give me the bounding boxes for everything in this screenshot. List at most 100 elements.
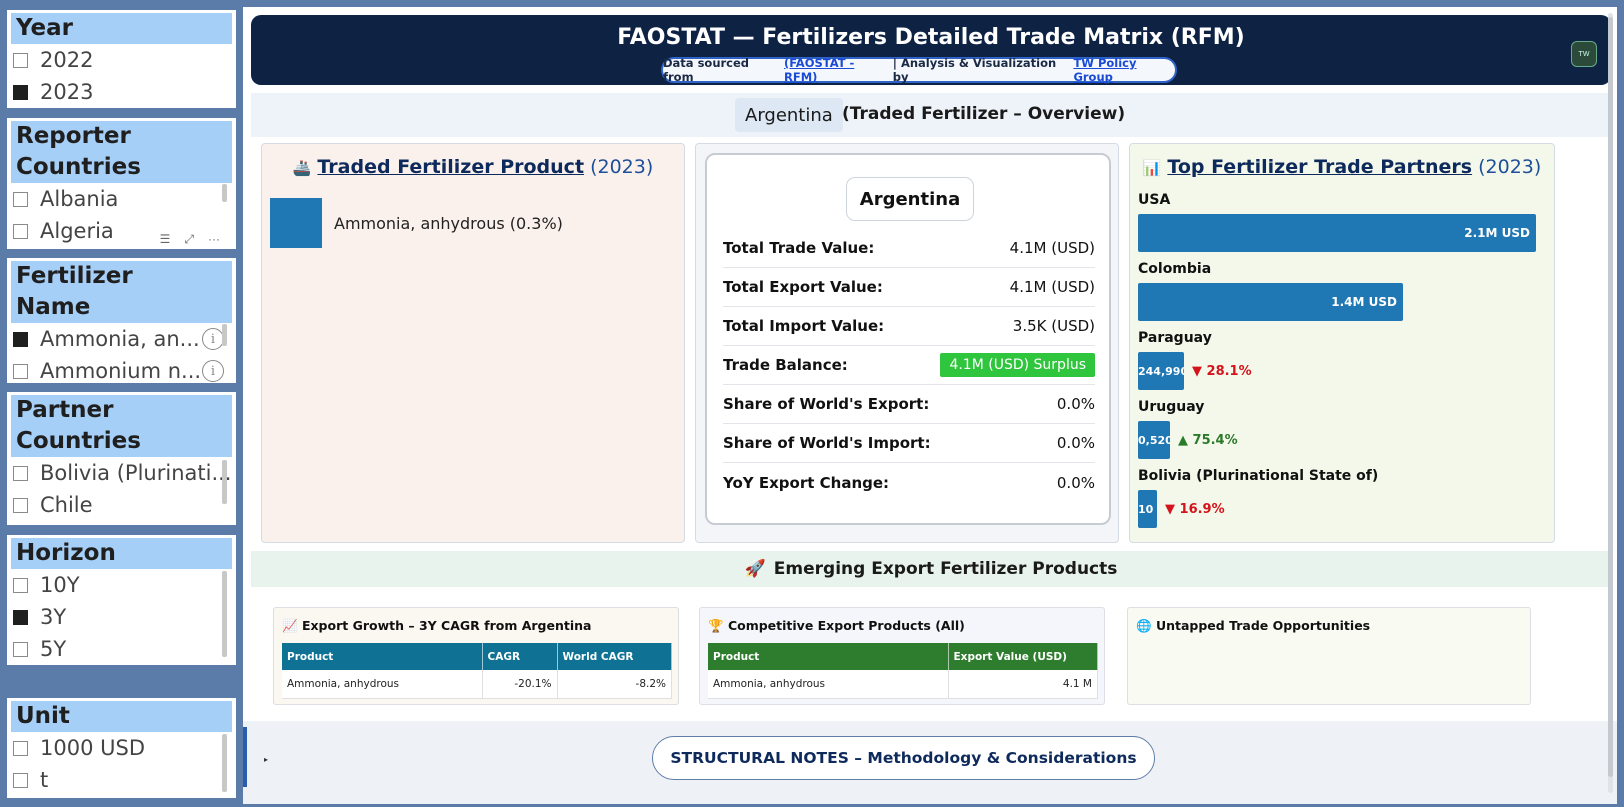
partner-bar[interactable]: 10 — [1138, 490, 1157, 528]
unit-option-t[interactable]: t — [7, 764, 236, 796]
fertilizer-option-ammonium[interactable]: Ammonium n... i — [7, 355, 236, 383]
column-header[interactable]: Export Value (USD) — [948, 643, 1098, 670]
partner-name: Paraguay — [1138, 330, 1212, 346]
filter-icon[interactable]: ☰ — [160, 232, 171, 247]
fertilizer-option-ammonia[interactable]: Ammonia, an... i — [7, 323, 236, 355]
bar-chart-icon: 📊 — [1142, 159, 1162, 177]
checkbox-unchecked[interactable] — [13, 223, 28, 239]
checkbox-checked[interactable] — [13, 331, 28, 347]
partner-slicer-title: Partner Countries — [11, 395, 232, 457]
expand-icon[interactable]: ⤢ — [184, 232, 194, 247]
traded-product-heading: 🚢 Traded Fertilizer Product (2023) — [292, 156, 654, 178]
partner-scrollbar[interactable] — [222, 460, 227, 504]
kpi-row: Trade Balance: 4.1M (USD) Surplus — [723, 346, 1095, 385]
horizon-scrollbar[interactable] — [222, 571, 227, 657]
horizon-option-10y[interactable]: 10Y — [7, 569, 236, 601]
trend-up-icon: 📈 — [282, 618, 298, 633]
checkbox-unchecked[interactable] — [13, 52, 28, 68]
trophy-icon: 🏆 — [708, 618, 724, 633]
header-banner: FAOSTAT — Fertilizers Detailed Trade Mat… — [251, 15, 1611, 85]
slicer-toolbar: ☰ ⤢ ··· — [157, 232, 222, 247]
checkbox-unchecked[interactable] — [13, 577, 28, 593]
competitive-products-card: 🏆 Competitive Export Products (All) Prod… — [699, 607, 1105, 705]
kpi-row: Total Trade Value: 4.1M (USD) — [723, 229, 1095, 268]
reporter-scrollbar[interactable] — [222, 184, 227, 202]
checkbox-unchecked[interactable] — [13, 363, 28, 379]
horizon-slicer: Horizon 10Y 3Y 5Y — [7, 535, 236, 665]
reporter-slicer-title: Reporter Countries — [11, 121, 232, 183]
partner-change-label: ▼ 16.9% — [1165, 502, 1225, 517]
kpi-row: YoY Export Change: 0.0% — [723, 473, 1095, 492]
competitive-products-title: 🏆 Competitive Export Products (All) — [708, 618, 965, 633]
export-growth-title: 📈 Export Growth – 3Y CAGR from Argentina — [282, 618, 592, 633]
tw-policy-link[interactable]: TW Policy Group — [1073, 56, 1175, 84]
info-icon[interactable]: i — [202, 328, 224, 350]
info-icon[interactable]: i — [202, 360, 224, 382]
notes-accent-bar — [243, 727, 247, 787]
fertilizer-scrollbar[interactable] — [222, 324, 227, 346]
checkbox-unchecked[interactable] — [13, 641, 28, 657]
partner-bar[interactable]: 2.1M USD — [1138, 214, 1536, 252]
partner-name: USA — [1138, 192, 1171, 208]
traded-product-panel: 🚢 Traded Fertilizer Product (2023) Ammoni… — [261, 143, 685, 543]
kpi-row: Share of World's Import: 0.0% — [723, 424, 1095, 463]
tw-logo-icon: TW — [1571, 41, 1597, 67]
export-growth-table: Product CAGR World CAGR Ammonia, anhydro… — [282, 643, 672, 699]
kpi-panel: Argentina Total Trade Value: 4.1M (USD) T… — [695, 143, 1119, 543]
checkbox-unchecked[interactable] — [13, 772, 28, 788]
unit-slicer: Unit 1000 USD t — [7, 698, 236, 798]
trade-partners-panel: 📊 Top Fertilizer Trade Partners (2023) US… — [1129, 143, 1555, 543]
untapped-opportunities-title: 🌐 Untapped Trade Opportunities — [1136, 618, 1371, 633]
fertilizer-slicer-title: Fertilizer Name — [11, 261, 232, 323]
kpi-row: Share of World's Export: 0.0% — [723, 385, 1095, 424]
unit-slicer-title: Unit — [11, 701, 232, 732]
year-option-2022[interactable]: 2022 — [7, 44, 236, 76]
overview-subtitle: (Traded Fertilizer – Overview) — [842, 104, 1126, 124]
ship-icon: 🚢 — [292, 159, 312, 177]
selected-country: Argentina — [735, 98, 843, 132]
table-row[interactable]: Ammonia, anhydrous -20.1% -8.2% — [282, 670, 672, 699]
unit-scrollbar[interactable] — [222, 734, 227, 792]
expand-caret-icon[interactable]: ▸ — [264, 755, 268, 764]
partner-option-chile[interactable]: Chile — [7, 489, 236, 521]
column-header[interactable]: CAGR — [482, 643, 558, 670]
partner-bar[interactable]: 0,520 D — [1138, 421, 1170, 459]
year-option-2023[interactable]: 2023 — [7, 76, 236, 108]
overview-strip: Argentina (Traded Fertilizer – Overview) — [251, 93, 1611, 137]
product-treemap-tile[interactable] — [270, 198, 322, 248]
reporter-option-albania[interactable]: Albania — [7, 183, 236, 215]
kpi-row: Total Import Value: 3.5K (USD) — [723, 307, 1095, 346]
competitive-products-table: Product Export Value (USD) Ammonia, anhy… — [708, 643, 1098, 699]
partner-bar[interactable]: 1.4M USD — [1138, 283, 1403, 321]
reporter-countries-slicer: Reporter Countries Albania Algeria ☰ ⤢ ··… — [7, 118, 236, 249]
unit-option-1000usd[interactable]: 1000 USD — [7, 732, 236, 764]
partner-option-bolivia[interactable]: Bolivia (Plurinati... — [7, 457, 236, 489]
more-icon[interactable]: ··· — [208, 232, 220, 247]
checkbox-unchecked[interactable] — [13, 497, 28, 513]
year-slicer: Year 2022 2023 — [7, 10, 236, 108]
horizon-option-3y[interactable]: 3Y — [7, 601, 236, 633]
checkbox-unchecked[interactable] — [13, 740, 28, 756]
horizon-option-5y[interactable]: 5Y — [7, 633, 236, 665]
partner-name: Colombia — [1138, 261, 1212, 277]
table-header-row: Product Export Value (USD) — [708, 643, 1098, 670]
faostat-link[interactable]: (FAOSTAT - RFM) — [784, 56, 887, 84]
checkbox-unchecked[interactable] — [13, 465, 28, 481]
kpi-row: Total Export Value: 4.1M (USD) — [723, 268, 1095, 307]
partner-name: Bolivia (Plurinational State of) — [1138, 468, 1379, 484]
canvas-scrollbar[interactable] — [1608, 13, 1613, 793]
checkbox-checked[interactable] — [13, 84, 28, 100]
partner-countries-slicer: Partner Countries Bolivia (Plurinati... C… — [7, 392, 236, 525]
fertilizer-name-slicer: Fertilizer Name Ammonia, an... i Ammonium … — [7, 258, 236, 383]
partner-bar[interactable]: 244,990 USD — [1138, 352, 1184, 390]
table-row[interactable]: Ammonia, anhydrous 4.1 M — [708, 670, 1098, 699]
column-header[interactable]: Product — [708, 643, 949, 670]
globe-icon: 🌐 — [1136, 618, 1152, 633]
structural-notes-button[interactable]: STRUCTURAL NOTES – Methodology & Conside… — [652, 736, 1155, 780]
report-canvas: FAOSTAT — Fertilizers Detailed Trade Mat… — [243, 7, 1617, 804]
checkbox-unchecked[interactable] — [13, 191, 28, 207]
column-header[interactable]: World CAGR — [557, 643, 672, 670]
column-header[interactable]: Product — [282, 643, 483, 670]
checkbox-checked[interactable] — [13, 609, 28, 625]
export-growth-card: 📈 Export Growth – 3Y CAGR from Argentina… — [273, 607, 679, 705]
